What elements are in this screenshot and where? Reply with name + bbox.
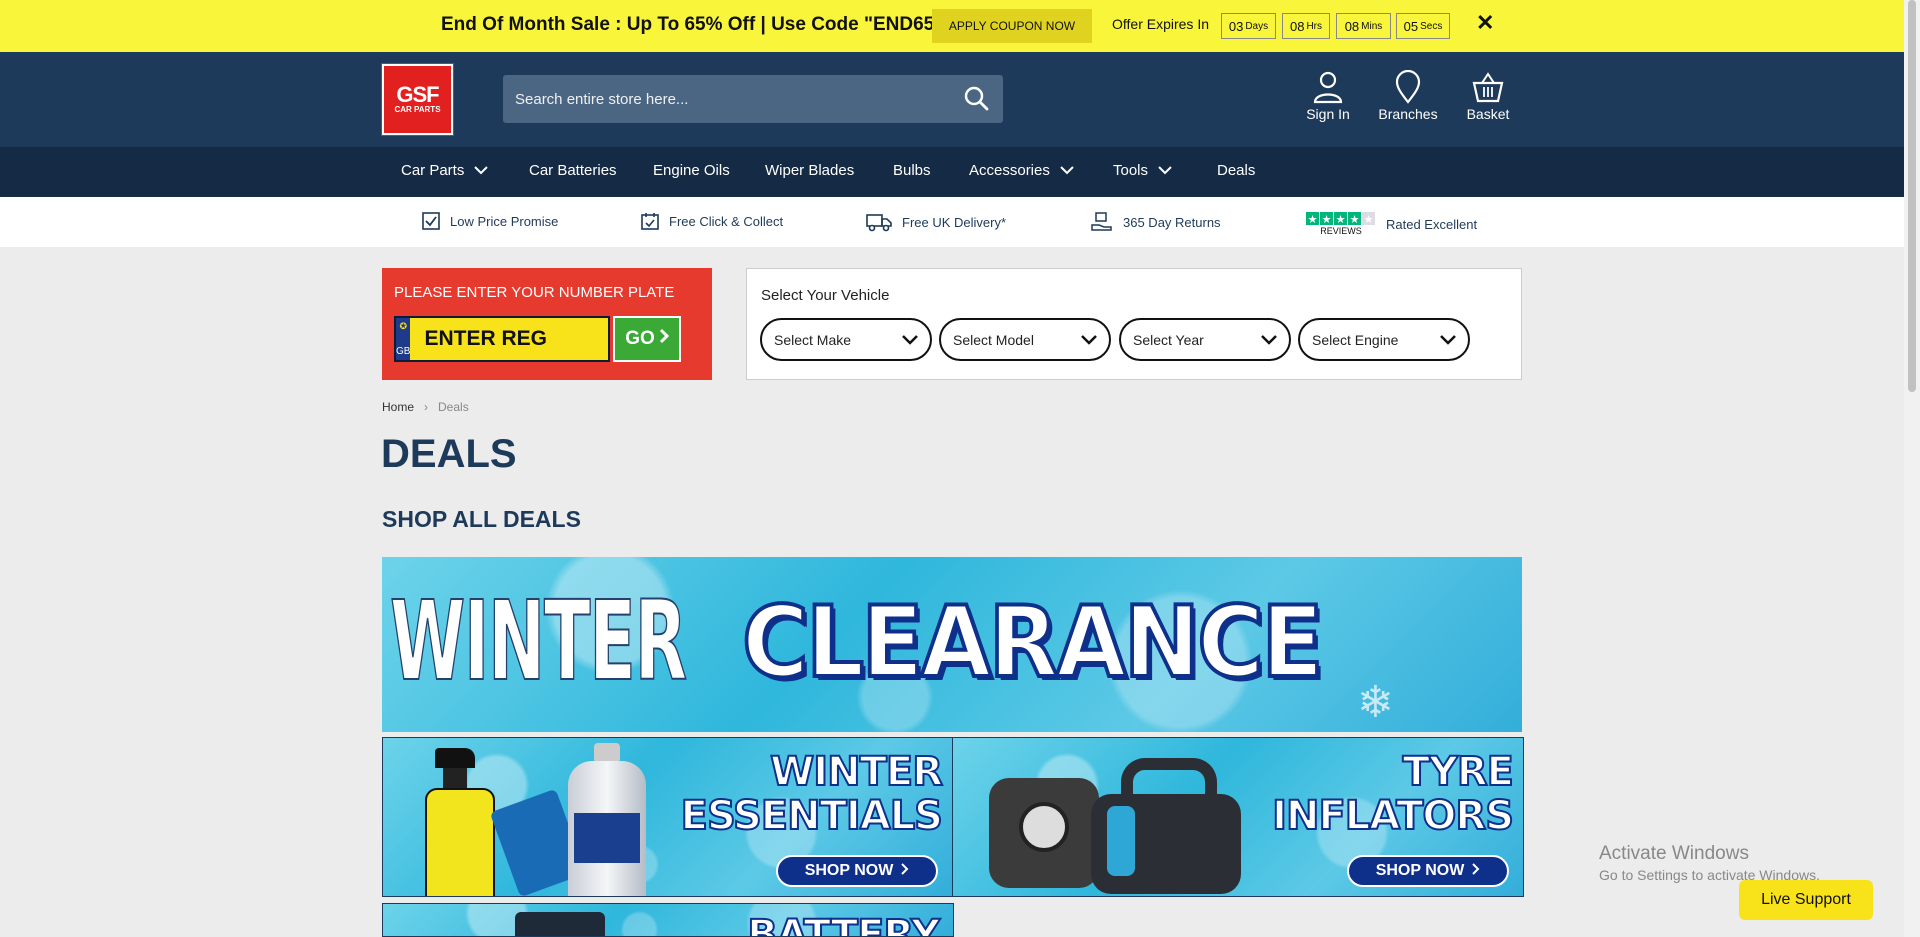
svg-text:★: ★ <box>1350 214 1360 226</box>
tile-title-winter-essentials: WINTER ESSENTIALS <box>680 749 944 839</box>
select-engine[interactable]: Select Engine <box>1298 318 1470 361</box>
tyre-inflators-banner[interactable]: TYRE INFLATORS SHOP NOW <box>952 737 1524 897</box>
svg-text:★: ★ <box>1364 214 1374 226</box>
tyre-inflator-image-1 <box>989 778 1099 888</box>
reviews-stars-icon: ★ ★ ★ ★ ★ REVIEWS <box>1306 212 1375 236</box>
nav-item-tools[interactable]: Tools <box>1113 162 1172 179</box>
windows-activation-watermark: Activate Windows Go to Settings to activ… <box>1599 843 1820 883</box>
select-model[interactable]: Select Model <box>939 318 1111 361</box>
svg-text:★: ★ <box>1308 214 1318 226</box>
nav-item-car-batteries[interactable]: Car Batteries <box>529 162 617 179</box>
chevron-down-icon <box>902 332 918 348</box>
hero-word-winter: WINTER <box>389 577 687 705</box>
chevron-down-icon <box>1081 332 1097 348</box>
search-bar <box>503 75 1003 123</box>
nav-item-deals[interactable]: Deals <box>1217 162 1255 179</box>
branches-link[interactable]: Branches <box>1368 70 1448 122</box>
breadcrumb-separator: › <box>424 400 429 414</box>
number-plate: ✪ GB <box>394 316 710 362</box>
usp-returns: 365 Day Returns <box>1091 212 1221 232</box>
svg-text:★: ★ <box>1336 214 1346 226</box>
offer-expires-label: Offer Expires In <box>1112 16 1210 32</box>
countdown-mins: 08 Mins <box>1336 13 1391 39</box>
nav-item-car-parts[interactable]: Car Parts <box>401 162 489 179</box>
nav-item-bulbs[interactable]: Bulbs <box>893 162 931 179</box>
countdown-secs: 05 Secs <box>1396 13 1450 39</box>
usp-bar: Low Price Promise Free Click & Collect F… <box>0 197 1904 247</box>
calendar-check-icon <box>641 213 659 230</box>
usp-free-delivery: Free UK Delivery* <box>866 212 1006 232</box>
promo-text: End Of Month Sale : Up To 65% Off | Use … <box>441 14 944 35</box>
truck-icon <box>866 214 892 232</box>
vehicle-selector: Select Your Vehicle Select Make Select M… <box>746 268 1522 380</box>
chevron-right-icon <box>659 328 669 350</box>
chevron-down-icon <box>474 162 489 179</box>
chevron-down-icon <box>1158 162 1172 179</box>
go-button[interactable]: GO <box>613 316 681 362</box>
chevron-down-icon <box>1440 332 1456 348</box>
checkbox-icon <box>422 212 440 230</box>
shop-now-button[interactable]: SHOP NOW <box>1347 855 1509 887</box>
usp-rated: ★ ★ ★ ★ ★ REVIEWS Rated Excellent <box>1306 212 1478 236</box>
snowflake-icon: ❄ <box>1357 678 1394 727</box>
scrollbar-thumb[interactable] <box>1908 0 1916 392</box>
spray-bottle-image <box>425 748 495 896</box>
battery-image <box>515 912 605 936</box>
breadcrumb-current: Deals <box>438 400 469 414</box>
promo-bar: End Of Month Sale : Up To 65% Off | Use … <box>0 0 1904 52</box>
number-plate-lookup: PLEASE ENTER YOUR NUMBER PLATE ✪ GB GO <box>382 268 712 380</box>
apply-coupon-button[interactable]: APPLY COUPON NOW <box>932 9 1092 43</box>
close-icon[interactable]: ✕ <box>1476 10 1494 36</box>
gb-flag-badge: ✪ GB <box>396 318 411 360</box>
shop-now-button[interactable]: SHOP NOW <box>776 855 938 887</box>
tyre-inflator-image-2 <box>1091 758 1241 896</box>
nav-item-accessories[interactable]: Accessories <box>969 162 1074 179</box>
select-year[interactable]: Select Year <box>1119 318 1291 361</box>
eu-stars-icon: ✪ <box>399 321 407 331</box>
countdown-days: 03 Days <box>1221 13 1276 39</box>
countdown-hours: 08 Hrs <box>1282 13 1330 39</box>
main-nav: Car Parts Car Batteries Engine Oils Wipe… <box>0 147 1904 197</box>
search-icon[interactable] <box>963 85 989 116</box>
map-pin-icon <box>1395 70 1421 104</box>
nav-item-engine-oils[interactable]: Engine Oils <box>653 162 730 179</box>
winter-essentials-banner[interactable]: WINTER ESSENTIALS SHOP NOW <box>382 737 953 897</box>
breadcrumb: Home › Deals <box>382 400 469 414</box>
section-title: SHOP ALL DEALS <box>382 506 581 532</box>
user-icon <box>1313 71 1343 104</box>
vehicle-selector-title: Select Your Vehicle <box>761 287 890 304</box>
antifreeze-bottle-image <box>568 743 646 896</box>
basket-link[interactable]: Basket <box>1448 70 1528 122</box>
usp-click-collect: Free Click & Collect <box>641 212 783 230</box>
tile-title-tyre-inflators: TYRE INFLATORS <box>1271 749 1515 839</box>
search-input[interactable] <box>503 75 933 123</box>
usp-low-price: Low Price Promise <box>422 212 558 230</box>
select-make[interactable]: Select Make <box>760 318 932 361</box>
return-hand-icon <box>1091 212 1112 231</box>
breadcrumb-home[interactable]: Home <box>382 400 414 414</box>
winter-clearance-banner[interactable]: WINTER CLEARANCE ❄ <box>382 557 1522 732</box>
svg-text:★: ★ <box>1322 214 1332 226</box>
basket-icon <box>1472 72 1504 103</box>
hero-word-clearance: CLEARANCE <box>740 584 1325 702</box>
sign-in-link[interactable]: Sign In <box>1288 70 1368 122</box>
page-title: DEALS <box>381 432 517 476</box>
battery-banner[interactable]: BATTERY <box>382 903 954 937</box>
tile-title-battery: BATTERY <box>746 911 941 937</box>
chevron-right-icon <box>1472 862 1480 880</box>
live-support-button[interactable]: Live Support <box>1739 880 1873 920</box>
number-plate-title: PLEASE ENTER YOUR NUMBER PLATE <box>394 284 675 301</box>
chevron-down-icon <box>1060 162 1074 179</box>
site-logo[interactable]: GSF CAR PARTS <box>381 63 454 136</box>
chevron-right-icon <box>901 862 909 880</box>
nav-item-wiper-blades[interactable]: Wiper Blades <box>765 162 854 179</box>
chevron-down-icon <box>1261 332 1277 348</box>
